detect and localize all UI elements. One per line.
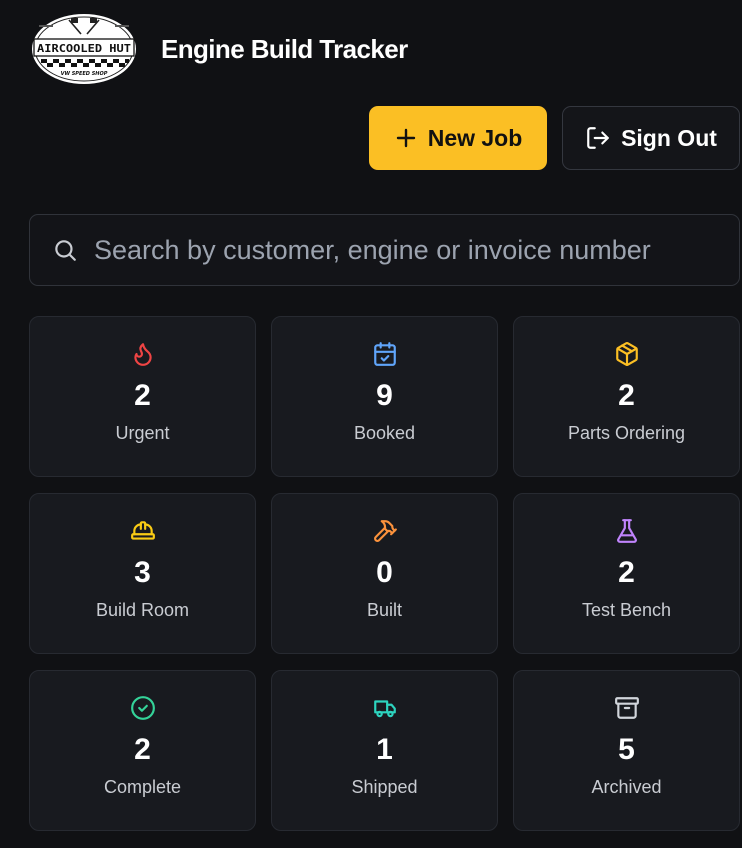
app-header: AIRCOOLED HUT VW SPEED SHOP Engine Build… <box>31 12 408 86</box>
plus-icon <box>396 128 415 148</box>
status-count: 2 <box>134 733 151 766</box>
aircooled-hut-logo: AIRCOOLED HUT VW SPEED SHOP <box>32 14 136 84</box>
flask-icon <box>612 516 642 546</box>
status-count: 5 <box>618 733 635 766</box>
calendar-check-icon <box>370 339 400 369</box>
status-card-shipped[interactable]: 1 Shipped <box>271 670 498 831</box>
hard-hat-icon <box>128 516 158 546</box>
status-label: Parts Ordering <box>567 423 686 443</box>
search-icon <box>55 240 76 261</box>
check-circle-icon <box>128 693 158 723</box>
status-label: Booked <box>353 423 416 443</box>
status-card-archived[interactable]: 5 Archived <box>513 670 740 831</box>
page-title: Engine Build Tracker <box>161 33 408 64</box>
status-count: 1 <box>376 733 393 766</box>
status-card-test-bench[interactable]: 2 Test Bench <box>513 493 740 654</box>
archive-icon <box>612 693 642 723</box>
search-input[interactable] <box>94 234 739 266</box>
flame-icon <box>128 339 158 369</box>
status-card-parts-ordering[interactable]: 2 Parts Ordering <box>513 316 740 477</box>
truck-icon <box>370 693 400 723</box>
logo-subtitle: VW SPEED SHOP <box>61 71 108 77</box>
hammer-icon <box>370 516 400 546</box>
status-grid: 2 Urgent 9 Booked 2 Parts Ordering 3 Bui… <box>29 316 740 831</box>
sign-out-label: Sign Out <box>621 124 717 151</box>
status-label: Shipped <box>351 777 418 797</box>
status-count: 2 <box>618 379 635 412</box>
status-card-complete[interactable]: 2 Complete <box>29 670 256 831</box>
status-label: Test Bench <box>581 600 672 620</box>
status-count: 9 <box>376 379 393 412</box>
status-label: Built <box>366 600 402 620</box>
new-job-label: New Job <box>427 124 523 151</box>
sign-out-icon <box>587 127 609 149</box>
status-card-booked[interactable]: 9 Booked <box>271 316 498 477</box>
sign-out-button[interactable]: Sign Out <box>562 106 740 170</box>
search-bar <box>29 214 740 286</box>
logo-text: AIRCOOLED HUT <box>37 43 131 55</box>
status-count: 2 <box>618 556 635 589</box>
status-label: Build Room <box>95 600 190 620</box>
status-card-build-room[interactable]: 3 Build Room <box>29 493 256 654</box>
status-card-built[interactable]: 0 Built <box>271 493 498 654</box>
status-label: Complete <box>103 777 182 797</box>
status-label: Archived <box>591 777 662 797</box>
status-count: 2 <box>134 379 151 412</box>
status-card-urgent[interactable]: 2 Urgent <box>29 316 256 477</box>
status-count: 0 <box>376 556 393 589</box>
package-icon <box>612 339 642 369</box>
new-job-button[interactable]: New Job <box>369 106 547 170</box>
status-label: Urgent <box>115 423 170 443</box>
status-count: 3 <box>134 556 151 589</box>
